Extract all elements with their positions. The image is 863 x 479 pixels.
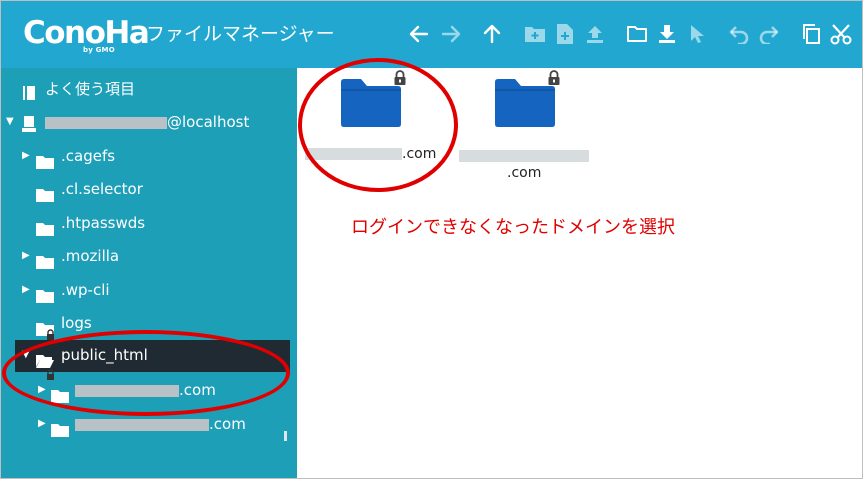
sidebar-item-domain-1[interactable]: ▶ .com bbox=[1, 375, 297, 405]
sidebar-item-favorites[interactable]: よく使う項目 bbox=[1, 74, 297, 104]
sidebar-item-domain-2[interactable]: ▶ .com bbox=[1, 409, 297, 439]
up-icon[interactable] bbox=[480, 19, 504, 49]
redo-icon[interactable] bbox=[757, 19, 781, 49]
scrollbar-thumb[interactable] bbox=[284, 431, 287, 441]
tree-item-label: .cl.selector bbox=[61, 180, 143, 198]
lock-icon bbox=[46, 321, 55, 340]
sidebar-item-host[interactable]: ▼ @localhost bbox=[1, 107, 297, 137]
copy-icon[interactable] bbox=[799, 19, 823, 49]
conoha-logo: ConoHa by GMO bbox=[23, 15, 150, 55]
app-header: ConoHa by GMO ファイルマネージャー bbox=[1, 1, 862, 68]
redacted-domain bbox=[305, 148, 402, 160]
file-manager-window: ConoHa by GMO ファイルマネージャー よく使う項目 ▼ @local… bbox=[0, 0, 863, 479]
redacted-domain bbox=[75, 384, 179, 397]
folder-icon bbox=[36, 182, 54, 202]
drive-icon bbox=[22, 113, 36, 132]
expand-right-icon: ▶ bbox=[22, 284, 30, 295]
folder-label-suffix: .com bbox=[507, 165, 542, 181]
tree-item-label: .mozilla bbox=[61, 247, 120, 265]
domain-suffix: .com bbox=[179, 381, 216, 399]
expand-down-icon: ▼ bbox=[22, 349, 30, 360]
expand-right-icon: ▶ bbox=[38, 384, 46, 395]
tree-item-label: .cagefs bbox=[61, 147, 116, 165]
tree-item-label: .wp-cli bbox=[61, 281, 110, 299]
selection-highlight bbox=[15, 340, 290, 372]
sidebar-item-wp-cli[interactable]: ▶ .wp-cli bbox=[1, 275, 297, 305]
upload-icon[interactable] bbox=[583, 19, 607, 49]
host-suffix: @localhost bbox=[167, 113, 250, 131]
tree-item-label: .com bbox=[75, 409, 246, 439]
sidebar-item-logs[interactable]: logs bbox=[1, 308, 297, 340]
sidebar-item-cl-selector[interactable]: .cl.selector bbox=[1, 174, 297, 204]
sidebar-item-mozilla[interactable]: ▶ .mozilla bbox=[1, 241, 297, 271]
folder-label: .com bbox=[305, 146, 436, 162]
expand-right-icon: ▶ bbox=[22, 250, 30, 261]
sidebar-item-htpasswds[interactable]: .htpasswds bbox=[1, 208, 297, 238]
favorites-label: よく使う項目 bbox=[45, 80, 136, 98]
new-file-icon[interactable] bbox=[553, 19, 577, 49]
undo-icon[interactable] bbox=[727, 19, 751, 49]
tree-item-label: logs bbox=[61, 314, 92, 332]
folder-icon bbox=[51, 383, 69, 403]
folder-suffix: .com bbox=[402, 146, 437, 162]
tree-item-label: .com bbox=[75, 375, 216, 405]
back-icon[interactable] bbox=[407, 19, 431, 49]
download-icon[interactable] bbox=[655, 19, 679, 49]
expand-down-icon: ▼ bbox=[6, 116, 14, 127]
domain-suffix: .com bbox=[209, 415, 246, 433]
open-folder-icon[interactable] bbox=[625, 19, 649, 49]
annotation-text: ログインできなくなったドメインを選択 bbox=[351, 217, 675, 238]
folder-icon bbox=[36, 216, 54, 236]
redacted-domain bbox=[75, 418, 209, 431]
logo-sub-text: by GMO bbox=[83, 46, 115, 54]
sidebar-item-cagefs[interactable]: ▶ .cagefs bbox=[1, 141, 297, 171]
expand-right-icon: ▶ bbox=[38, 418, 46, 429]
folder-tree-sidebar: よく使う項目 ▼ @localhost ▶ .cagefs .cl.select… bbox=[1, 68, 297, 478]
file-list-area: .com .com bbox=[297, 68, 862, 478]
tree-item-label: public_html bbox=[61, 346, 148, 364]
bookmark-icon bbox=[22, 81, 36, 100]
folder-icon bbox=[36, 149, 54, 169]
new-folder-icon[interactable] bbox=[523, 19, 547, 49]
open-folder-icon bbox=[36, 348, 54, 368]
sidebar-item-public-html[interactable]: ▼ public_html bbox=[1, 340, 297, 380]
host-label: @localhost bbox=[45, 107, 249, 137]
forward-icon[interactable] bbox=[439, 19, 463, 49]
app-title: ファイルマネージャー bbox=[146, 23, 335, 45]
folder-icon bbox=[51, 417, 69, 437]
folder-label bbox=[459, 148, 589, 164]
lock-icon bbox=[46, 361, 55, 380]
cut-icon[interactable] bbox=[829, 19, 853, 49]
folder-icon bbox=[36, 249, 54, 269]
tree-item-label: .htpasswds bbox=[61, 214, 146, 232]
lock-icon bbox=[547, 70, 561, 86]
folder-icon bbox=[36, 283, 54, 303]
select-icon[interactable] bbox=[685, 19, 709, 49]
expand-right-icon: ▶ bbox=[22, 150, 30, 161]
lock-icon bbox=[393, 70, 407, 86]
redacted-username bbox=[45, 116, 167, 129]
redacted-domain bbox=[459, 150, 589, 162]
